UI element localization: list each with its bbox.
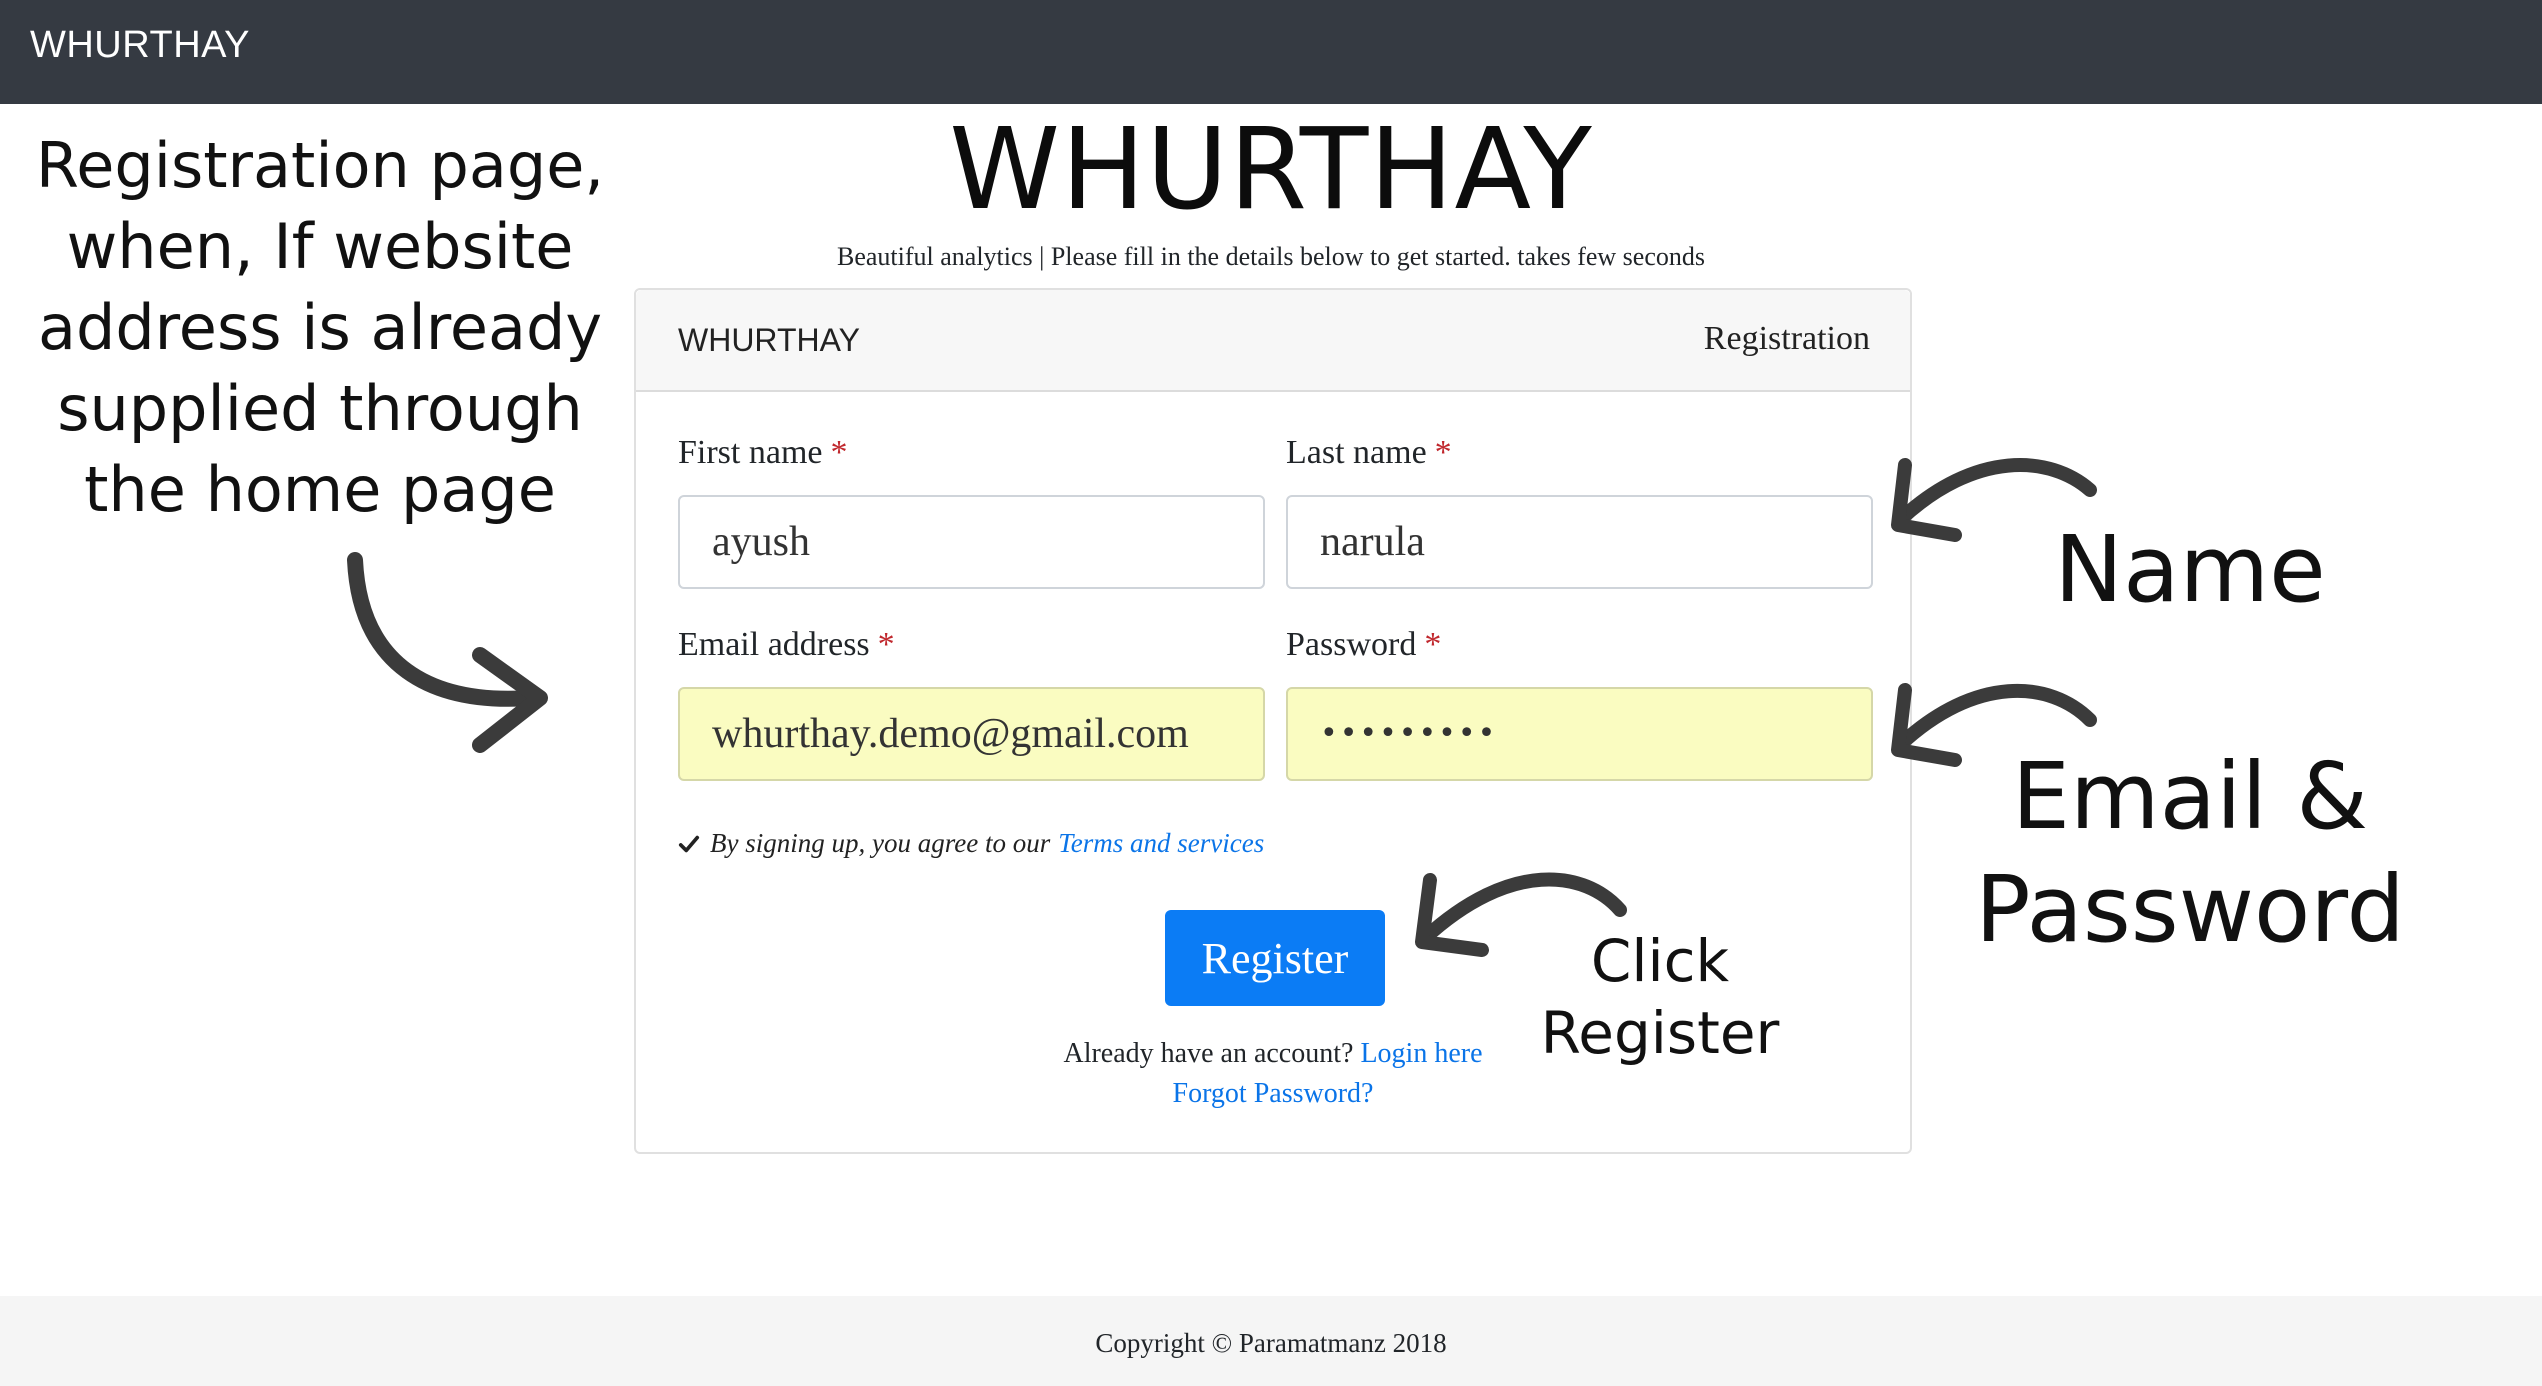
check-icon bbox=[678, 835, 700, 852]
footer: Copyright © Paramatmanz 2018 bbox=[0, 1296, 2542, 1386]
card-brand: WHURTHAY bbox=[678, 322, 860, 358]
first-name-label-text: First name bbox=[678, 434, 823, 471]
required-asterisk: * bbox=[830, 434, 848, 471]
email-label: Email address * bbox=[678, 626, 895, 664]
card-header: WHURTHAY Registration bbox=[636, 290, 1910, 392]
annotation-email-password: Email & Password bbox=[1975, 743, 2405, 963]
last-name-label: Last name * bbox=[1286, 434, 1452, 472]
password-label: Password * bbox=[1286, 626, 1441, 664]
required-asterisk: * bbox=[1434, 434, 1452, 471]
last-name-input[interactable] bbox=[1286, 495, 1873, 589]
page-title: WHURTHAY bbox=[949, 105, 1593, 235]
password-input[interactable]: ••••••••• bbox=[1286, 687, 1873, 781]
terms-notice: By signing up, you agree to our Terms an… bbox=[678, 828, 1264, 859]
navbar-brand[interactable]: WHURTHAY bbox=[30, 24, 250, 67]
forgot-password-row: Forgot Password? bbox=[636, 1078, 1910, 1110]
forgot-password-link[interactable]: Forgot Password? bbox=[1173, 1078, 1374, 1109]
first-name-label: First name * bbox=[678, 434, 847, 472]
curved-arrow-icon bbox=[347, 552, 548, 753]
card-title: Registration bbox=[1703, 320, 1870, 357]
footer-copyright: Copyright © Paramatmanz 2018 bbox=[1095, 1328, 1447, 1358]
register-button[interactable]: Register bbox=[1165, 910, 1385, 1006]
annotation-click-register: Click Register bbox=[1540, 927, 1780, 1067]
terms-link[interactable]: Terms and services bbox=[1058, 828, 1264, 859]
first-name-input[interactable] bbox=[678, 495, 1265, 589]
login-link[interactable]: Login here bbox=[1360, 1038, 1482, 1069]
password-label-text: Password bbox=[1286, 626, 1417, 663]
annotation-name: Name bbox=[2054, 516, 2326, 623]
page-tagline: Beautiful analytics | Please fill in the… bbox=[836, 242, 1706, 271]
required-asterisk: * bbox=[1424, 626, 1442, 663]
already-text: Already have an account? bbox=[1063, 1038, 1354, 1069]
required-asterisk: * bbox=[877, 626, 895, 663]
email-label-text: Email address bbox=[678, 626, 870, 663]
top-navbar: WHURTHAY bbox=[0, 0, 2542, 104]
last-name-label-text: Last name bbox=[1286, 434, 1427, 471]
terms-text: By signing up, you agree to our bbox=[710, 828, 1051, 858]
email-input[interactable] bbox=[678, 687, 1265, 781]
